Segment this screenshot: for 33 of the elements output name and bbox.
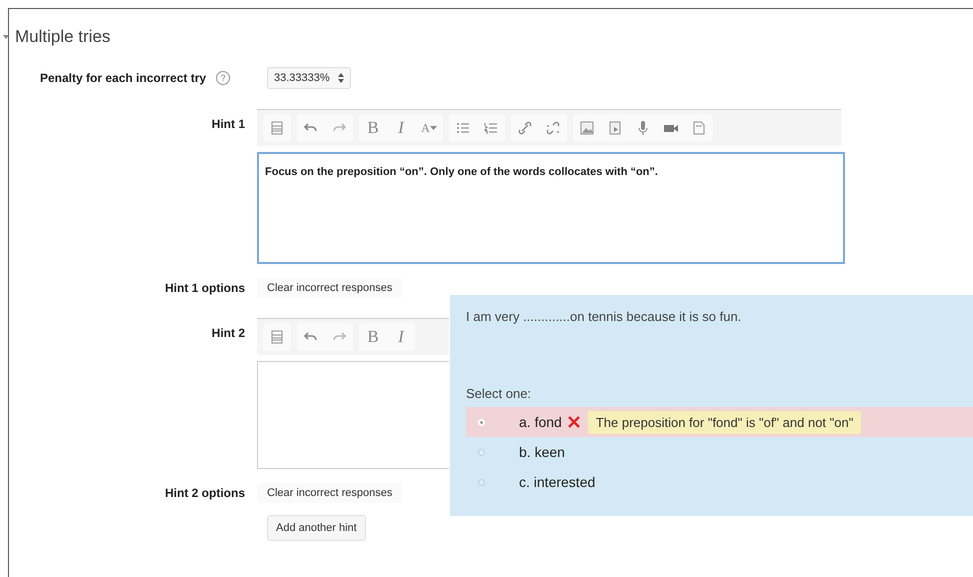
add-hint-button[interactable]: Add another hint xyxy=(267,515,366,541)
prompt-text: Select one: xyxy=(466,386,532,401)
option-select[interactable]: Clear incorrect responses xyxy=(257,278,402,298)
radio-button[interactable] xyxy=(478,478,485,486)
toolbar-toggle-icon xyxy=(269,120,285,136)
numbered-list-icon xyxy=(483,120,499,136)
text-editor[interactable]: Focus on the preposition “on”. Only one of the words collocates with “on”. xyxy=(257,152,845,264)
help-icon[interactable]: ? xyxy=(216,71,230,85)
bullet-list-icon xyxy=(455,120,471,136)
unlink-icon xyxy=(545,120,561,136)
radio-button[interactable] xyxy=(478,448,485,456)
cross-icon xyxy=(568,416,580,428)
option-select[interactable]: Clear incorrect responses xyxy=(257,483,402,503)
penalty-select[interactable]: 33.33333% xyxy=(267,67,351,89)
toolbar-toggle-icon xyxy=(269,329,285,345)
feedback-text: The preposition for "fond" is "of" and not "on" xyxy=(588,410,862,434)
media-icon xyxy=(607,120,623,136)
file-icon xyxy=(691,120,707,136)
spinner-icon xyxy=(338,73,344,83)
field-label: Hint 1 options xyxy=(165,281,245,295)
section-title[interactable]: Multiple tries xyxy=(15,27,110,47)
caret-icon xyxy=(430,126,437,130)
answer-label[interactable]: b. keen xyxy=(519,444,565,460)
question-text: I am very .............on tennis because it is so fun. xyxy=(466,309,742,324)
field-label: Hint 1 xyxy=(212,117,245,131)
field-label: Penalty for each incorrect try xyxy=(40,71,206,85)
answer-label[interactable]: a. fond xyxy=(519,414,562,430)
link-icon xyxy=(517,120,533,136)
answer-label[interactable]: c. interested xyxy=(519,474,596,490)
image-icon xyxy=(579,120,595,136)
text-editor[interactable] xyxy=(257,361,449,469)
field-label: Hint 2 options xyxy=(165,486,245,500)
field-label: Hint 2 xyxy=(212,326,245,340)
